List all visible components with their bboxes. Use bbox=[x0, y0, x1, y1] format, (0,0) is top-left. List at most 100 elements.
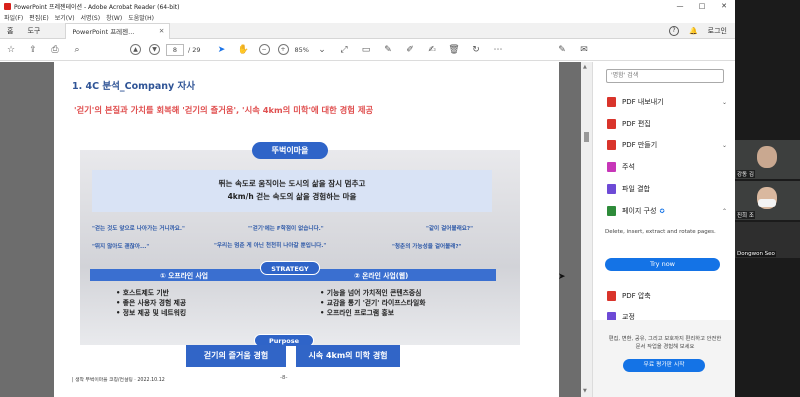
menu-sign[interactable]: 서명(S) bbox=[81, 13, 101, 22]
tool-label: PDF 압축 bbox=[622, 292, 651, 300]
zoom-level-select[interactable]: 85% bbox=[295, 46, 309, 54]
try-now-button[interactable]: Try now bbox=[605, 258, 720, 271]
promo-text: 편집, 변환, 공유, 그리고 보호까지 편리하고 안전한 문서 작업을 경험해… bbox=[608, 336, 722, 350]
comment-icon[interactable]: ▭ bbox=[359, 43, 373, 57]
create-pdf-icon bbox=[607, 140, 616, 150]
vertical-scrollbar[interactable]: ▲ ▼ bbox=[581, 62, 592, 397]
minimize-button[interactable]: — bbox=[669, 2, 691, 10]
select-cursor-icon[interactable]: ➤ bbox=[215, 43, 229, 57]
rotate-icon[interactable]: ↻ bbox=[469, 43, 483, 57]
menu-help[interactable]: 도움말(H) bbox=[128, 13, 154, 22]
search-icon[interactable]: ⌕ bbox=[70, 43, 84, 57]
edit-pdf-icon[interactable]: ✎ bbox=[555, 43, 569, 57]
trial-promo: 편집, 변환, 공유, 그리고 보호까지 편리하고 안전한 문서 작업을 경험해… bbox=[593, 320, 735, 397]
tab-tools[interactable]: 도구 bbox=[20, 26, 47, 36]
tools-panel: '명함' 검색 PDF 내보내기 ⌄ PDF 편집 PDF 만들기 ⌄ 주석 파… bbox=[592, 62, 735, 397]
tool-label: 페이지 구성 bbox=[622, 207, 657, 215]
main-text: 뛰는 속도로 움직이는 도시의 삶을 잠시 멈추고 4km/h 걷는 속도의 삶… bbox=[92, 177, 492, 203]
scroll-thumb[interactable] bbox=[584, 132, 589, 142]
next-page-icon[interactable]: ▼ bbox=[149, 44, 160, 55]
zoom-in-icon[interactable]: + bbox=[277, 44, 289, 55]
print-icon[interactable]: ⎙ bbox=[48, 43, 62, 57]
tool-organize-pages[interactable]: 페이지 구성 ✪ ⌃ bbox=[607, 205, 727, 217]
close-button[interactable]: ✕ bbox=[713, 2, 735, 10]
tab-document[interactable]: PowerPoint 프레젠... ✕ bbox=[65, 22, 171, 39]
export-pdf-icon bbox=[607, 97, 616, 107]
online-business-label: ② 온라인 사업(웹) bbox=[354, 272, 409, 280]
new-badge-icon: ✪ bbox=[659, 207, 665, 215]
fit-page-icon[interactable]: ⤢ bbox=[337, 43, 351, 57]
video-tile[interactable]: 강동 김 bbox=[735, 140, 800, 179]
menu-window[interactable]: 창(W) bbox=[106, 13, 122, 22]
offline-bullets: 호스트제도 기반 좋은 사용자 경험 제공 정보 제공 및 네트워킹 bbox=[116, 288, 186, 318]
login-button[interactable]: 로그인 bbox=[708, 26, 727, 36]
bookmark-star-icon[interactable]: ☆ bbox=[4, 43, 18, 57]
acrobat-logo-icon bbox=[4, 2, 11, 10]
tool-create-pdf[interactable]: PDF 만들기 ⌄ bbox=[607, 139, 727, 151]
offline-bullet: 호스트제도 기반 bbox=[116, 288, 186, 298]
participant-name: 진희 조 bbox=[736, 211, 755, 219]
purpose-4km-aesthetics: 시속 4km의 미학 경험 bbox=[296, 345, 400, 367]
tool-label: PDF 편집 bbox=[622, 120, 651, 128]
comment-icon bbox=[607, 162, 616, 172]
tool-search-input[interactable]: '명함' 검색 bbox=[606, 69, 724, 83]
page-number-input[interactable]: 8 bbox=[166, 43, 184, 56]
pen-icon[interactable]: ✎ bbox=[381, 43, 395, 57]
window-title: PowerPoint 프레젠테이션 - Adobe Acrobat Reader… bbox=[14, 3, 180, 11]
sign-icon[interactable]: ✍ bbox=[425, 43, 439, 57]
highlight-icon[interactable]: ✐ bbox=[403, 43, 417, 57]
scroll-up-icon[interactable]: ▲ bbox=[583, 64, 587, 70]
tool-label: 주석 bbox=[622, 163, 635, 171]
help-icon[interactable]: ? bbox=[668, 25, 679, 36]
main-text-line-2: 4km/h 걷는 속도의 삶을 경험하는 마을 bbox=[227, 192, 357, 201]
zoom-out-icon[interactable]: − bbox=[258, 44, 270, 55]
menu-edit[interactable]: 편집(E) bbox=[29, 13, 49, 22]
bell-icon[interactable]: 🔔 bbox=[689, 27, 698, 35]
chevron-down-icon[interactable]: ⌄ bbox=[722, 142, 727, 149]
menu-file[interactable]: 파일(F) bbox=[4, 13, 23, 22]
offline-business-label: ① 오프라인 사업 bbox=[160, 272, 209, 280]
more-icon[interactable]: ⋯ bbox=[491, 43, 505, 57]
previous-page-icon[interactable]: ▲ bbox=[130, 44, 141, 55]
video-participants-strip: 강동 김 진희 조 Dongwon Seo bbox=[735, 0, 800, 397]
pdf-page: 1. 4C 분석_Company 자사 '걷기'의 본질과 가치를 회복해 '걷… bbox=[54, 62, 559, 397]
close-tab-icon[interactable]: ✕ bbox=[159, 27, 164, 35]
tool-compress-pdf[interactable]: PDF 압축 bbox=[607, 290, 727, 302]
video-tile[interactable]: Dongwon Seo bbox=[735, 222, 800, 258]
hand-tool-icon[interactable]: ✋ bbox=[237, 43, 251, 57]
quote-1: "걷는 것도 앞으로 나아가는 거니까요." bbox=[92, 226, 185, 232]
title-bar: PowerPoint 프레젠테이션 - Adobe Acrobat Reader… bbox=[0, 0, 735, 12]
online-bullet: 교감을 통기 '걷기' 라이프스타일화 bbox=[320, 298, 426, 308]
chevron-down-icon[interactable]: ⌄ bbox=[315, 43, 329, 57]
organize-pages-icon bbox=[607, 206, 616, 216]
slide-footer: | 생착 뚜벅이마을 코칭/컨설팅 · 2022.10.12 bbox=[72, 378, 165, 383]
tool-combine-files[interactable]: 파일 결합 bbox=[607, 183, 727, 195]
tool-label: PDF 내보내기 bbox=[622, 98, 664, 106]
quote-5: "우리는 멈춘 게 아닌 천천히 나아갈 뿐입니다." bbox=[214, 243, 327, 249]
mail-icon[interactable]: ✉ bbox=[577, 43, 591, 57]
chevron-down-icon[interactable]: ⌄ bbox=[722, 99, 727, 106]
delete-icon[interactable]: 🗑 bbox=[447, 43, 461, 57]
offline-bullet: 정보 제공 및 네트워킹 bbox=[116, 308, 186, 318]
online-bullets: 기능을 넘어 가치적인 콘텐츠중심 교감을 통기 '걷기' 라이프스타일화 오프… bbox=[320, 288, 426, 318]
upload-icon[interactable]: ⇪ bbox=[26, 43, 40, 57]
tool-export-pdf[interactable]: PDF 내보내기 ⌄ bbox=[607, 96, 727, 108]
tab-home[interactable]: 홈 bbox=[0, 26, 20, 36]
maximize-button[interactable]: □ bbox=[691, 2, 713, 10]
start-trial-button[interactable]: 무료 평가판 시작 bbox=[623, 359, 705, 372]
tool-edit-pdf[interactable]: PDF 편집 bbox=[607, 118, 727, 130]
participant-name: 강동 김 bbox=[736, 170, 755, 178]
mouse-pointer-icon: ➤ bbox=[558, 272, 566, 282]
slide-page-number: -8- bbox=[280, 375, 288, 381]
face-mask bbox=[758, 199, 776, 207]
main-pill: 뚜벅이마을 bbox=[252, 142, 328, 159]
chevron-up-icon[interactable]: ⌃ bbox=[722, 208, 727, 215]
document-area[interactable]: 1. 4C 분석_Company 자사 '걷기'의 본질과 가치를 회복해 '걷… bbox=[0, 62, 592, 397]
compress-pdf-icon bbox=[607, 291, 616, 301]
video-tile[interactable]: 진희 조 bbox=[735, 181, 800, 220]
organize-pages-description: Delete, insert, extract and rotate pages… bbox=[605, 229, 716, 235]
menu-view[interactable]: 보기(V) bbox=[55, 13, 75, 22]
scroll-down-icon[interactable]: ▼ bbox=[583, 388, 587, 394]
tool-comment[interactable]: 주석 bbox=[607, 161, 727, 173]
edit-pdf-icon bbox=[607, 119, 616, 129]
